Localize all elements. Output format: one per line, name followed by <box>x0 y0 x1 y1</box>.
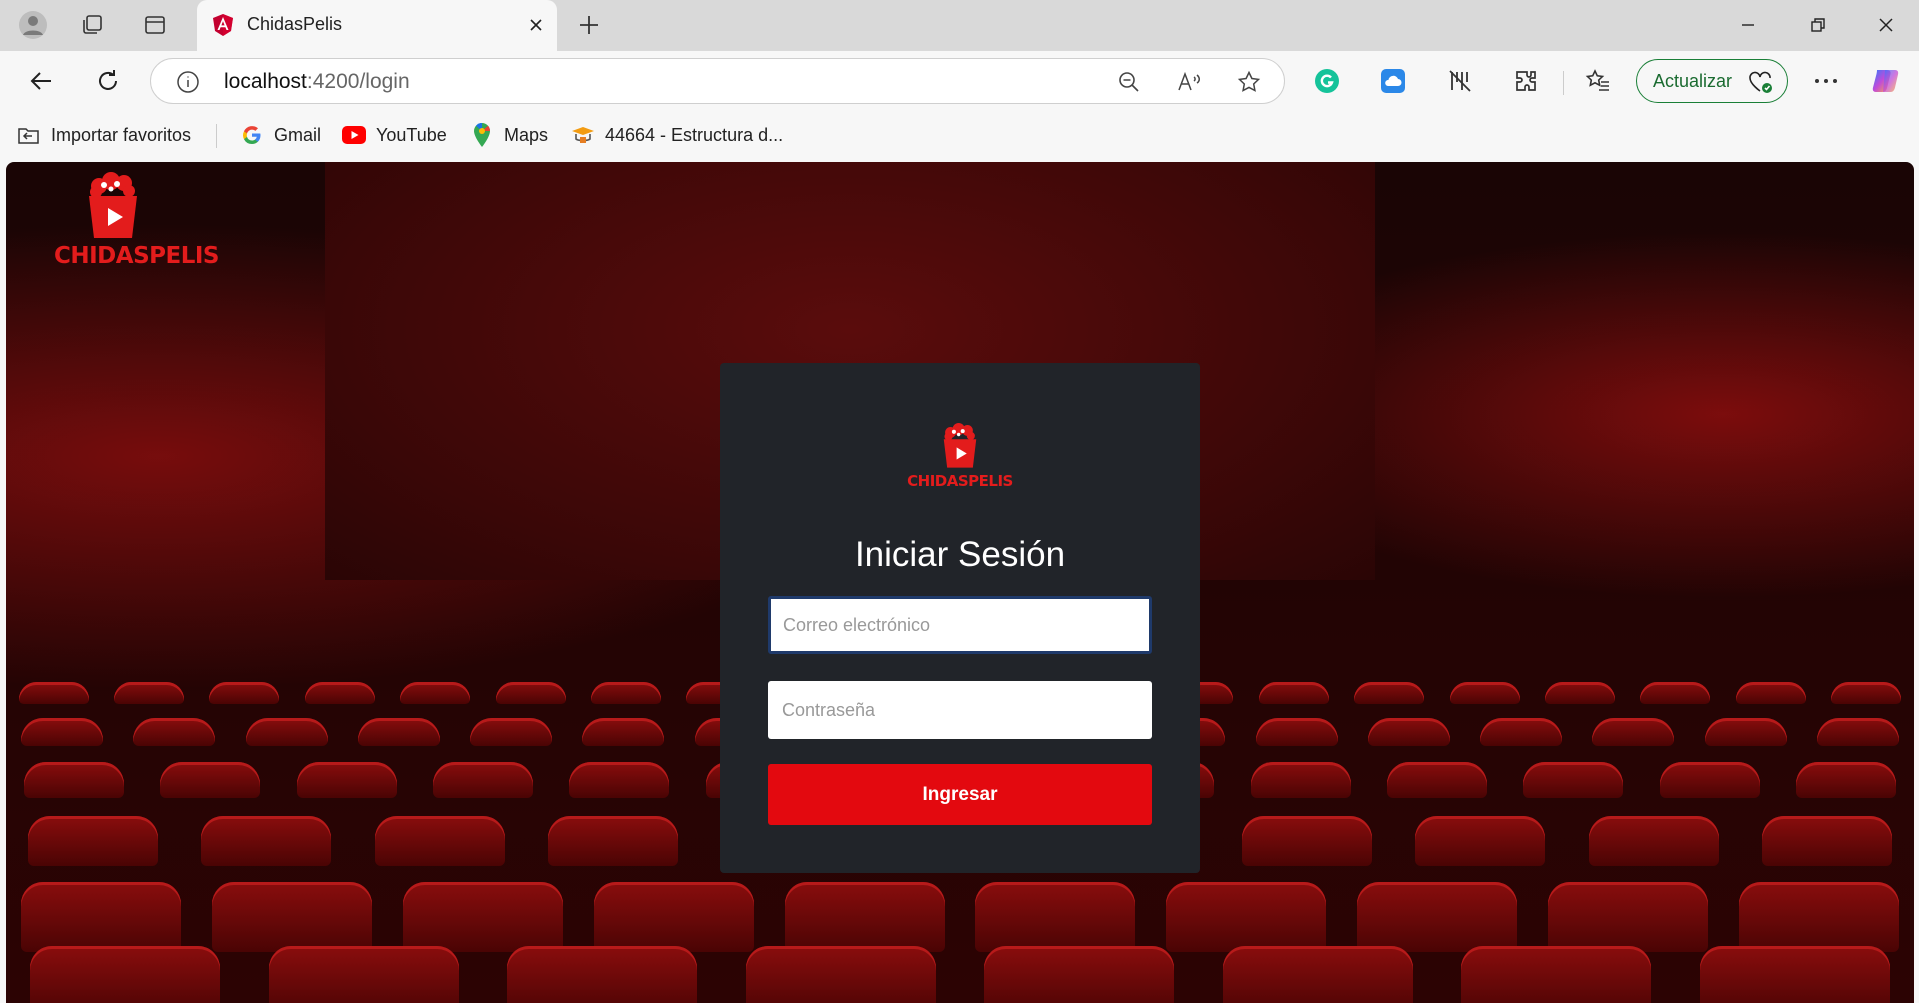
page-viewport: CHIDASPELIS CHIDASPELIS Iniciar Sesión C… <box>6 162 1914 1003</box>
card-brand-text: CHIDASPELIS <box>907 472 1013 490</box>
url-path: :4200/login <box>306 70 410 93</box>
card-logo: CHIDASPELIS <box>900 423 1020 490</box>
zoom-out-icon[interactable] <box>1113 66 1145 98</box>
bookmark-label: Gmail <box>274 124 322 145</box>
angular-icon <box>211 13 235 37</box>
tab-actions-icon[interactable] <box>138 8 172 42</box>
login-title: Iniciar Sesión <box>854 535 1066 574</box>
bookmark-course[interactable]: 44664 - Estructura d... <box>571 122 783 148</box>
update-label: Actualizar <box>1653 70 1733 91</box>
email-input[interactable]: Correo electrónico <box>768 596 1152 654</box>
bookmark-label: YouTube <box>376 124 447 145</box>
bookmarks-bar: Importar favoritos Gmail YouTube Maps 44… <box>0 110 1919 160</box>
password-input[interactable]: Contraseña <box>768 681 1152 739</box>
ad-block-icon[interactable] <box>1442 63 1478 99</box>
workspaces-icon[interactable] <box>75 8 109 42</box>
youtube-icon <box>342 123 366 147</box>
google-icon <box>240 123 264 147</box>
read-aloud-icon[interactable] <box>1173 66 1205 98</box>
favorite-star-icon[interactable] <box>1233 66 1265 98</box>
address-bar[interactable]: localhost:4200/login <box>150 58 1285 104</box>
more-menu-icon[interactable] <box>1808 63 1844 99</box>
tab-strip: ChidasPelis <box>0 0 1919 51</box>
cloud-extension-icon[interactable] <box>1375 63 1411 99</box>
back-icon[interactable] <box>22 61 62 101</box>
url-text[interactable]: localhost:4200/login <box>224 70 410 94</box>
close-window-icon[interactable] <box>1858 6 1914 44</box>
favorites-icon[interactable] <box>1580 63 1616 99</box>
site-brand-text: CHIDASPELIS <box>54 243 220 269</box>
new-tab-icon[interactable] <box>572 8 606 42</box>
bookmark-label: Maps <box>504 124 549 145</box>
refresh-icon[interactable] <box>88 61 128 101</box>
popcorn-play-icon <box>943 423 977 468</box>
profile-icon[interactable] <box>16 8 50 42</box>
browser-toolbar: localhost:4200/login Actualizar <box>0 51 1919 110</box>
course-icon <box>571 123 595 147</box>
minimize-icon[interactable] <box>1720 6 1776 44</box>
bookmarks-divider <box>216 124 217 148</box>
active-tab[interactable]: ChidasPelis <box>197 0 557 51</box>
close-tab-icon[interactable] <box>523 12 549 38</box>
maps-icon <box>470 123 494 147</box>
bookmark-gmail[interactable]: Gmail <box>240 122 321 148</box>
bookmark-label: 44664 - Estructura d... <box>605 124 784 145</box>
site-logo[interactable]: CHIDASPELIS <box>54 172 220 269</box>
update-browser-button[interactable]: Actualizar <box>1636 59 1788 103</box>
toolbar-divider <box>1563 71 1564 95</box>
login-submit-button[interactable]: Ingresar <box>768 764 1152 825</box>
extensions-icon[interactable] <box>1508 63 1544 99</box>
bookmark-maps[interactable]: Maps <box>470 122 548 148</box>
import-icon <box>17 123 41 147</box>
restore-icon[interactable] <box>1790 6 1846 44</box>
tab-title: ChidasPelis <box>247 14 343 34</box>
bookmark-youtube[interactable]: YouTube <box>342 122 447 148</box>
bookmark-label: Importar favoritos <box>51 124 192 145</box>
health-badge-icon <box>1747 69 1773 95</box>
site-info-icon[interactable] <box>175 69 201 95</box>
popcorn-play-icon <box>89 172 137 238</box>
bookmark-import[interactable]: Importar favoritos <box>17 122 191 148</box>
url-host: localhost <box>224 70 307 93</box>
copilot-icon[interactable] <box>1868 63 1904 99</box>
login-card: CHIDASPELIS Iniciar Sesión Correo electr… <box>720 363 1200 873</box>
grammarly-icon[interactable] <box>1309 63 1345 99</box>
